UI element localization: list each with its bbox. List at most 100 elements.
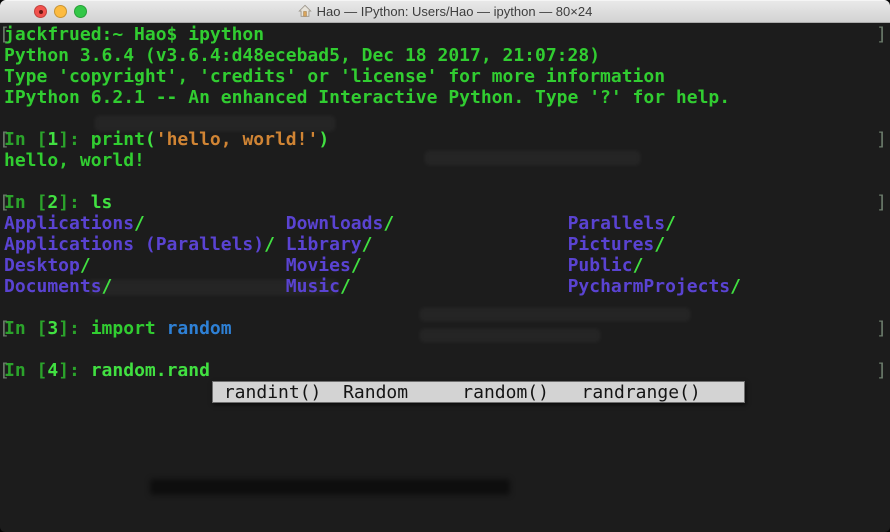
terminal-output: jackfrued:~ Hao$ ipython[]Python 3.6.4 (… xyxy=(0,24,890,528)
directory-name: Pictures xyxy=(568,234,655,255)
directory-name: Library xyxy=(286,234,362,255)
terminal-row: In [1]: print('hello, world!')[] xyxy=(0,129,890,150)
terminal-row xyxy=(0,297,890,318)
code-string: 'hello, world!' xyxy=(156,129,319,150)
prompt-number: 1 xyxy=(47,129,58,150)
in-prompt: In [ xyxy=(4,318,47,339)
terminal-row: Type 'copyright', 'credits' or 'license'… xyxy=(0,66,890,87)
terminal-text xyxy=(112,276,285,297)
terminal-row: In [2]: ls [] xyxy=(0,192,890,213)
dir-slash: / xyxy=(362,234,373,255)
output-text: hello, world! xyxy=(4,150,145,171)
in-prompt: ]: xyxy=(58,360,91,381)
python-banner: Type 'copyright', 'credits' or 'license'… xyxy=(4,66,665,87)
title-bar: Hao — IPython: Users/Hao — ipython — 80×… xyxy=(0,0,890,23)
prompt-mark-right: ] xyxy=(876,318,887,339)
prompt-mark-right: ] xyxy=(876,24,887,45)
directory-name: Applications xyxy=(4,213,134,234)
code: random.rand xyxy=(91,360,210,381)
terminal-row xyxy=(0,486,890,507)
dir-slash: / xyxy=(730,276,741,297)
in-prompt: ]: xyxy=(58,318,91,339)
terminal-text xyxy=(275,234,286,255)
terminal-row xyxy=(0,465,890,486)
popup-padding xyxy=(701,382,744,403)
prompt-mark-left: [ xyxy=(0,318,10,339)
directory-name: Music xyxy=(286,276,340,297)
directory-name: Parallels xyxy=(568,213,666,234)
terminal-text xyxy=(91,255,286,276)
terminal-row xyxy=(0,108,890,129)
dir-slash: / xyxy=(633,255,644,276)
terminal-row xyxy=(0,402,890,423)
code-module: random xyxy=(167,318,232,339)
terminal-row xyxy=(0,171,890,192)
prompt-number: 2 xyxy=(47,192,58,213)
terminal-screen[interactable]: jackfrued:~ Hao$ ipython[]Python 3.6.4 (… xyxy=(0,23,890,532)
completion-item[interactable]: randrange() xyxy=(582,382,701,403)
dir-slash: / xyxy=(264,234,275,255)
prompt-mark-left: [ xyxy=(0,129,10,150)
terminal-window: Hao — IPython: Users/Hao — ipython — 80×… xyxy=(0,0,890,532)
code-keyword: import xyxy=(91,318,167,339)
dir-slash: / xyxy=(80,255,91,276)
prompt-number: 3 xyxy=(47,318,58,339)
zoom-button[interactable] xyxy=(74,5,87,18)
close-button[interactable] xyxy=(34,5,47,18)
minimize-button[interactable] xyxy=(54,5,67,18)
directory-name: Documents xyxy=(4,276,102,297)
terminal-row: In [4]: random.rand[] xyxy=(0,360,890,381)
home-folder-icon xyxy=(298,4,312,18)
terminal-row xyxy=(0,423,890,444)
prompt-mark-right: ] xyxy=(876,192,887,213)
prompt-mark-left: [ xyxy=(0,360,10,381)
code: ls xyxy=(91,192,113,213)
dir-slash: / xyxy=(383,213,394,234)
in-prompt: In [ xyxy=(4,129,47,150)
terminal-row: jackfrued:~ Hao$ ipython[] xyxy=(0,24,890,45)
terminal-text xyxy=(362,255,568,276)
dir-slash: / xyxy=(654,234,665,255)
completion-item[interactable]: random() xyxy=(462,382,581,403)
directory-name: Downloads xyxy=(286,213,384,234)
terminal-text xyxy=(351,276,568,297)
shell-prompt-command: jackfrued:~ Hao$ ipython xyxy=(4,24,264,45)
in-prompt: ]: xyxy=(58,192,91,213)
terminal-row: Applications (Parallels)/ Library/ Pictu… xyxy=(0,234,890,255)
autocomplete-popup: randint() Random random() randrange() xyxy=(212,381,745,403)
code: print xyxy=(91,129,145,150)
terminal-row: Python 3.6.4 (v3.6.4:d48ecebad5, Dec 18 … xyxy=(0,45,890,66)
directory-name: Desktop xyxy=(4,255,80,276)
prompt-mark-left: [ xyxy=(0,24,10,45)
completion-item[interactable]: Random xyxy=(343,382,462,403)
directory-name: Public xyxy=(568,255,633,276)
window-title-text: Hao — IPython: Users/Hao — ipython — 80×… xyxy=(317,4,593,19)
directory-name: PycharmProjects xyxy=(568,276,731,297)
terminal-row: Desktop/ Movies/ Public/ xyxy=(0,255,890,276)
terminal-row: IPython 6.2.1 -- An enhanced Interactive… xyxy=(0,87,890,108)
terminal-row xyxy=(0,444,890,465)
window-title: Hao — IPython: Users/Hao — ipython — 80×… xyxy=(298,4,593,19)
traffic-lights xyxy=(34,5,87,18)
python-banner: Python 3.6.4 (v3.6.4:d48ecebad5, Dec 18 … xyxy=(4,45,600,66)
directory-name: Applications (Parallels) xyxy=(4,234,264,255)
directory-name: Movies xyxy=(286,255,351,276)
terminal-row xyxy=(0,339,890,360)
ipython-banner: IPython 6.2.1 -- An enhanced Interactive… xyxy=(4,87,730,108)
terminal-row: Applications/ Downloads/ Parallels/ xyxy=(0,213,890,234)
dir-slash: / xyxy=(665,213,676,234)
code: ) xyxy=(318,129,329,150)
terminal-text xyxy=(372,234,567,255)
terminal-row: hello, world! xyxy=(0,150,890,171)
popup-padding xyxy=(213,382,224,403)
dir-slash: / xyxy=(134,213,145,234)
prompt-mark-right: ] xyxy=(876,360,887,381)
code: ( xyxy=(145,129,156,150)
prompt-mark-left: [ xyxy=(0,192,10,213)
terminal-row xyxy=(0,507,890,528)
completion-item[interactable]: randint() xyxy=(224,382,343,403)
dir-slash: / xyxy=(340,276,351,297)
terminal-text xyxy=(394,213,567,234)
prompt-mark-right: ] xyxy=(876,129,887,150)
in-prompt: In [ xyxy=(4,192,47,213)
